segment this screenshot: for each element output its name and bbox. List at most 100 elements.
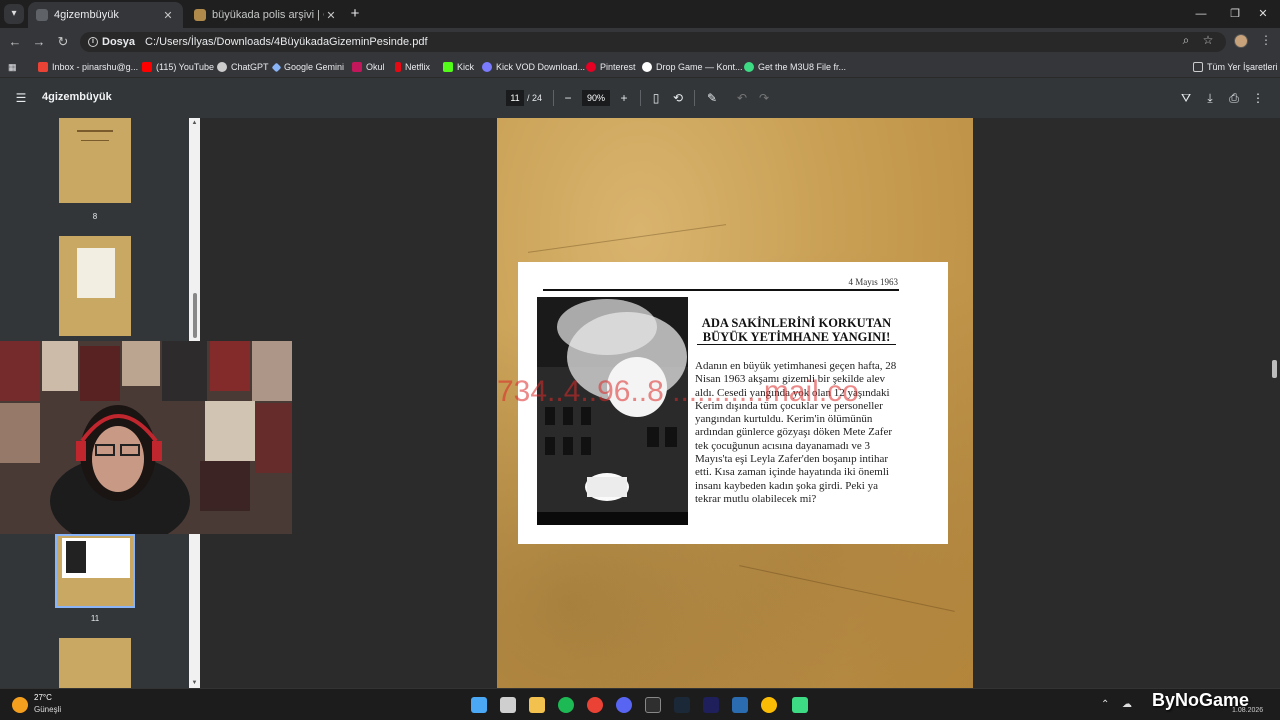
viewer-scroll-thumb[interactable] bbox=[1272, 360, 1277, 378]
bookmark-inbox[interactable]: Inbox - pinarshu@g... bbox=[38, 59, 138, 75]
taskbar-date: 1.08.2026 bbox=[1232, 707, 1264, 714]
page-thumbnail-number: 11 bbox=[90, 614, 100, 623]
sidebar-scroll-thumb[interactable] bbox=[193, 293, 197, 338]
new-tab-button[interactable]: + bbox=[346, 5, 364, 23]
bookmark-label: (115) YouTube bbox=[156, 62, 215, 72]
zoom-input[interactable]: 90% bbox=[582, 90, 610, 106]
page-number-input[interactable]: 11 bbox=[506, 90, 524, 106]
file-explorer-icon[interactable] bbox=[529, 697, 545, 713]
folder-icon bbox=[1193, 62, 1203, 72]
kebab-menu-icon[interactable]: ⋮ bbox=[1258, 33, 1274, 49]
drive-save-icon[interactable]: ⛛ bbox=[1178, 90, 1194, 106]
netflix-icon bbox=[395, 62, 401, 72]
page-thumbnail-current[interactable] bbox=[55, 534, 135, 608]
star-icon[interactable]: ☆ bbox=[1200, 33, 1216, 49]
toolbar: ← → ↻ i Dosya C:/Users/İlyas/Downloads/4… bbox=[0, 28, 1280, 56]
tray-chevron-icon[interactable]: ⌃ bbox=[1101, 699, 1109, 710]
hamburger-menu-icon[interactable]: ☰ bbox=[13, 90, 29, 106]
bookmark-label: Drop Game — Kont... bbox=[656, 62, 743, 72]
undo-icon[interactable]: ↶ bbox=[734, 90, 750, 106]
all-bookmarks-label: Tüm Yer İşaretleri bbox=[1207, 62, 1278, 72]
start-icon[interactable] bbox=[471, 697, 487, 713]
divider bbox=[543, 289, 899, 291]
globe-icon bbox=[36, 9, 48, 21]
more-options-icon[interactable]: ⋮ bbox=[1250, 90, 1266, 106]
site-info-chip[interactable]: i Dosya bbox=[88, 36, 135, 48]
redo-icon[interactable]: ↷ bbox=[756, 90, 772, 106]
watermark-text: 734..4..96..8 ...........mail.co bbox=[497, 375, 859, 408]
after-effects-icon[interactable] bbox=[703, 697, 719, 713]
discord-icon[interactable] bbox=[616, 697, 632, 713]
bookmark-m3u8[interactable]: Get the M3U8 File fr... bbox=[744, 59, 846, 75]
weather-sun-icon[interactable] bbox=[12, 697, 28, 713]
info-icon: i bbox=[88, 37, 98, 47]
drop-game-icon bbox=[642, 62, 652, 72]
zoom-in-icon[interactable]: + bbox=[616, 90, 632, 106]
site-chip-label: Dosya bbox=[102, 36, 136, 48]
onedrive-icon[interactable]: ☁ bbox=[1122, 699, 1132, 710]
bookmark-gemini[interactable]: Google Gemini bbox=[271, 59, 344, 75]
chrome-icon[interactable] bbox=[587, 697, 603, 713]
bookmark-label: Pinterest bbox=[600, 62, 636, 72]
all-bookmarks[interactable]: Tüm Yer İşaretleri bbox=[1193, 59, 1278, 75]
bookmark-label: Kick VOD Download... bbox=[496, 62, 586, 72]
back-icon[interactable]: ← bbox=[6, 33, 24, 51]
fire-photo bbox=[537, 297, 688, 525]
bookmark-label: Netflix bbox=[405, 62, 431, 72]
bookmark-youtube[interactable]: (115) YouTube bbox=[142, 59, 214, 75]
bookmark-kick-vod[interactable]: Kick VOD Download... bbox=[482, 59, 585, 75]
bookmarks-bar: ▦ Inbox - pinarshu@g... (115) YouTube Ch… bbox=[0, 56, 1280, 78]
page-thumbnail-number: 8 bbox=[92, 212, 98, 221]
bookmark-netflix[interactable]: Netflix bbox=[395, 59, 430, 75]
viewer-scrollbar[interactable] bbox=[1268, 118, 1280, 688]
zoom-icon[interactable]: ⌕ bbox=[1178, 33, 1194, 49]
divider bbox=[694, 90, 695, 106]
tab-inactive[interactable]: büyükada polis arşivi | Gizemin ✕ bbox=[186, 2, 346, 28]
close-icon[interactable]: ✕ bbox=[161, 9, 175, 22]
window-close-icon[interactable]: ✕ bbox=[1246, 0, 1280, 28]
address-bar[interactable]: i Dosya C:/Users/İlyas/Downloads/4Büyüka… bbox=[80, 32, 1226, 52]
article-date: 4 Mayıs 1963 bbox=[848, 277, 899, 287]
avatar[interactable] bbox=[1234, 34, 1248, 48]
scroll-down-icon[interactable]: ▼ bbox=[189, 678, 200, 688]
page-thumbnail[interactable] bbox=[59, 118, 131, 203]
reload-icon[interactable]: ↻ bbox=[54, 33, 72, 51]
fit-page-icon[interactable]: ▯ bbox=[648, 90, 664, 106]
okul-icon bbox=[352, 62, 362, 72]
divider bbox=[553, 90, 554, 106]
scroll-up-icon[interactable]: ▲ bbox=[189, 118, 200, 128]
download-icon[interactable]: ⤓ bbox=[1202, 90, 1218, 106]
app-icon[interactable] bbox=[792, 697, 808, 713]
epic-games-icon[interactable] bbox=[645, 697, 661, 713]
task-view-icon[interactable] bbox=[500, 697, 516, 713]
bookmark-chatgpt[interactable]: ChatGPT bbox=[217, 59, 269, 75]
spotify-icon[interactable] bbox=[558, 697, 574, 713]
close-icon[interactable]: ✕ bbox=[324, 9, 338, 22]
zoom-out-icon[interactable]: − bbox=[560, 90, 576, 106]
rotate-icon[interactable]: ⟲ bbox=[670, 90, 686, 106]
tab-active[interactable]: 4gizembüyük ✕ bbox=[28, 2, 183, 28]
steam-icon[interactable] bbox=[674, 697, 690, 713]
annotate-icon[interactable]: ✎ bbox=[704, 90, 720, 106]
site-favicon-icon bbox=[194, 9, 206, 21]
bookmark-label: Okul bbox=[366, 62, 385, 72]
bookmark-drop-game[interactable]: Drop Game — Kont... bbox=[642, 59, 743, 75]
tab-search-button[interactable]: ▾ bbox=[4, 4, 24, 24]
bookmark-pinterest[interactable]: Pinterest bbox=[586, 59, 636, 75]
youtube-icon bbox=[142, 62, 152, 72]
bookmark-label: Get the M3U8 File fr... bbox=[758, 62, 847, 72]
minimize-icon[interactable]: — bbox=[1184, 0, 1218, 28]
outlook-icon[interactable] bbox=[732, 697, 748, 713]
forward-icon[interactable]: → bbox=[30, 33, 48, 51]
print-icon[interactable]: ⎙ bbox=[1226, 90, 1242, 106]
bookmark-kick[interactable]: Kick bbox=[443, 59, 474, 75]
page-thumbnail[interactable] bbox=[59, 638, 131, 688]
pinterest-icon bbox=[586, 62, 596, 72]
bookmark-okul[interactable]: Okul bbox=[352, 59, 385, 75]
taskbar: 27°C Güneşli ⌃ ☁ bbox=[0, 688, 1280, 720]
apps-icon[interactable]: ▦ bbox=[8, 59, 17, 75]
tab-title: 4gizembüyük bbox=[54, 9, 119, 21]
chrome-active-icon[interactable] bbox=[761, 697, 777, 713]
page-total: / 24 bbox=[527, 93, 543, 103]
page-thumbnail[interactable] bbox=[59, 236, 131, 336]
